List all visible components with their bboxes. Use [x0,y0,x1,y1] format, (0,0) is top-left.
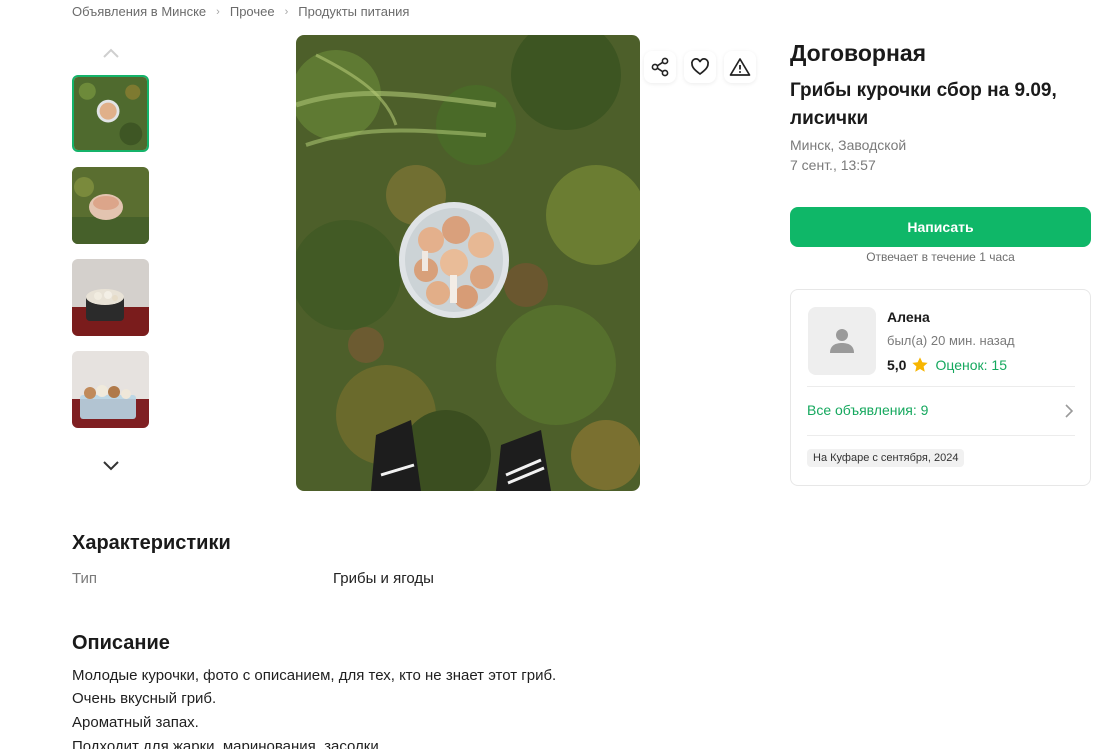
all-ads-link[interactable]: Все объявления: 9 [807,402,1075,418]
seller-name[interactable]: Алена [887,309,930,325]
description-title: Описание [72,632,170,654]
mushroom-bucket-thumbnail [74,77,147,150]
listing-location: Минск, Заводской [790,137,907,153]
breadcrumb-separator: › [216,5,220,18]
heart-icon [691,58,709,76]
characteristics-title: Характеристики [72,532,231,554]
thumbnail-4[interactable] [72,351,149,428]
listing-price: Договорная [790,40,927,66]
chevron-right-icon[interactable] [1064,404,1074,418]
thumbnail-5-partial[interactable] [72,442,149,446]
star-icon [912,357,929,372]
listing-title: Грибы курочки сбор на 9.09, лисички [790,80,1057,129]
seller-rating: 5,0 Оценок: 15 [887,356,1007,374]
breadcrumb-item-other[interactable]: Прочее [230,4,275,19]
mushroom-bucket-thumbnail [72,167,149,244]
description-line: Ароматный запах. [72,714,199,731]
thumbnail-1[interactable] [72,75,149,152]
chevron-down-icon [103,461,119,471]
write-message-button[interactable]: Написать [790,207,1091,247]
thumbnail-3[interactable] [72,259,149,336]
share-button[interactable] [644,51,676,83]
divider [807,386,1075,387]
breadcrumb-separator: › [284,5,289,18]
thumbnail-scroll-down-button[interactable] [72,453,150,479]
mushroom-pot-thumbnail [72,259,149,336]
description-line: Молодые курочки, фото с описанием, для т… [72,667,557,684]
mushroom-box-thumbnail [72,351,149,428]
seller-last-seen: был(а) 20 мин. назад [887,333,1015,348]
listing-date: 7 сент., 13:57 [790,157,876,173]
seller-card: Алена был(а) 20 мин. назад 5,0 Оценок: 1… [790,289,1091,486]
response-time: Отвечает в течение 1 часа [866,250,1015,264]
characteristic-label: Тип [72,570,98,587]
breadcrumb-item-minsk[interactable]: Объявления в Минске [72,4,206,19]
avatar[interactable] [808,307,876,375]
rating-score: 5,0 [887,357,907,373]
rating-count-link[interactable]: Оценок: 15 [935,357,1007,373]
description-line: Очень вкусный гриб. [72,690,217,707]
thumbnail-scroll-up-button[interactable] [72,40,150,66]
breadcrumb: Объявления в Минске › Прочее › Продукты … [72,4,409,19]
divider [807,435,1075,436]
report-button[interactable] [724,51,756,83]
member-since-badge: На Куфаре с сентября, 2024 [807,449,965,467]
favorite-button[interactable] [684,51,716,83]
thumbnail-2[interactable] [72,167,149,244]
share-icon [651,57,669,77]
description-line: Подходит для жарки, маринования, засолки [72,738,379,749]
breadcrumb-item-food[interactable]: Продукты питания [298,4,409,19]
main-photo[interactable] [296,35,640,491]
chevron-up-icon [103,48,119,58]
characteristic-value: Грибы и ягоды [333,570,434,587]
report-warning-icon [729,58,751,76]
user-icon [830,329,854,353]
mushroom-bucket-photo [296,35,640,491]
